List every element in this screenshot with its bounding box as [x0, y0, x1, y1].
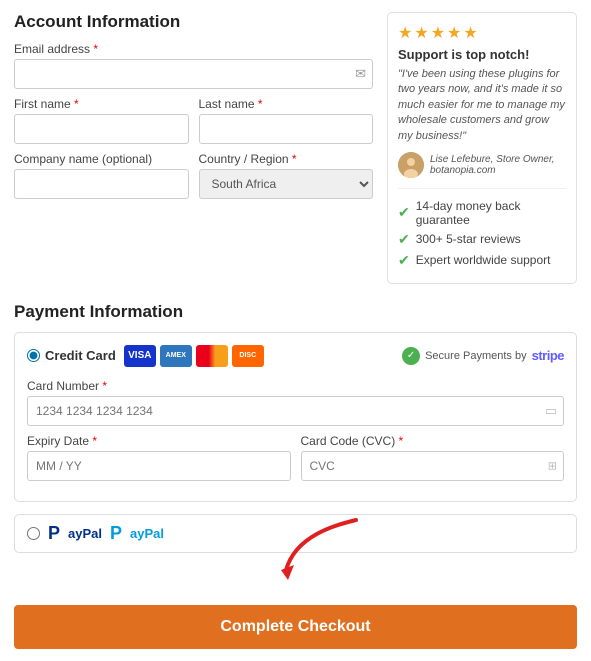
mastercard-icon — [196, 345, 228, 367]
cvc-wrapper: ⊞ — [301, 451, 565, 481]
name-row: First name * Last name * — [14, 97, 373, 152]
author-avatar — [398, 152, 424, 178]
secure-label: Secure Payments by — [425, 350, 527, 362]
email-input[interactable] — [14, 59, 373, 89]
email-wrapper: ✉ — [14, 59, 373, 89]
payment-methods-row: Credit Card VISA AMEX DISC ✓ Secure Paym… — [27, 345, 564, 367]
credit-card-radio[interactable] — [27, 349, 40, 362]
paypal-radio[interactable] — [27, 527, 40, 540]
account-title: Account Information — [14, 12, 373, 32]
country-label: Country / Region * — [199, 152, 374, 166]
testimonial-text: "I've been using these plugins for two y… — [398, 67, 566, 144]
benefit-3: ✔ Expert worldwide support — [398, 252, 566, 269]
discover-icon: DISC — [232, 345, 264, 367]
testimonial-author: Lise Lefebure, Store Owner, botanopia.co… — [398, 152, 566, 178]
cvc-group: Card Code (CVC) * ⊞ — [301, 434, 565, 481]
benefit-1: ✔ 14-day money back guarantee — [398, 199, 566, 227]
payment-title: Payment Information — [14, 302, 577, 322]
expiry-cvc-row: Expiry Date * Card Code (CVC) * ⊞ — [27, 434, 564, 489]
testimonial-title: Support is top notch! — [398, 47, 566, 62]
secure-stripe: ✓ Secure Payments by stripe — [402, 347, 564, 365]
expiry-group: Expiry Date * — [27, 434, 291, 481]
card-number-group: Card Number * ▭ — [27, 379, 564, 426]
paypal-p2: P — [110, 523, 122, 544]
check-icon-1: ✔ — [398, 204, 410, 221]
last-name-input[interactable] — [199, 114, 374, 144]
card-number-input[interactable] — [27, 396, 564, 426]
amex-icon: AMEX — [160, 345, 192, 367]
expiry-label: Expiry Date * — [27, 434, 291, 448]
cvc-input[interactable] — [301, 451, 565, 481]
first-name-label: First name * — [14, 97, 189, 111]
expiry-input[interactable] — [27, 451, 291, 481]
first-name-group: First name * — [14, 97, 189, 144]
company-group: Company name (optional) — [14, 152, 189, 199]
company-label: Company name (optional) — [14, 152, 189, 166]
divider — [398, 188, 566, 189]
credit-card-label: Credit Card — [45, 348, 116, 363]
first-name-input[interactable] — [14, 114, 189, 144]
card-number-label: Card Number * — [27, 379, 564, 393]
card-inline-icon: ▭ — [545, 403, 557, 419]
cvc-label: Card Code (CVC) * — [301, 434, 565, 448]
check-icon-2: ✔ — [398, 231, 410, 248]
email-group: Email address * ✉ — [14, 42, 373, 89]
account-info-section: Account Information Email address * ✉ Fi… — [14, 12, 373, 284]
country-select[interactable]: South Africa — [199, 169, 374, 199]
paypal-row: P ayPal P ayPal — [14, 514, 577, 553]
check-icon-3: ✔ — [398, 252, 410, 269]
benefit-2: ✔ 300+ 5-star reviews — [398, 231, 566, 248]
last-name-group: Last name * — [199, 97, 374, 144]
benefits-list: ✔ 14-day money back guarantee ✔ 300+ 5-s… — [398, 199, 566, 269]
paypal-label2: ayPal — [130, 526, 164, 541]
author-name: Lise Lefebure, Store Owner, botanopia.co… — [430, 154, 566, 176]
country-group: Country / Region * South Africa — [199, 152, 374, 199]
testimonial-box: ★★★★★ Support is top notch! "I've been u… — [387, 12, 577, 284]
credit-card-method: Credit Card VISA AMEX DISC — [27, 345, 264, 367]
company-input[interactable] — [14, 169, 189, 199]
checkout-button[interactable]: Complete Checkout — [14, 605, 577, 649]
credit-card-radio-label[interactable]: Credit Card — [27, 348, 116, 363]
shield-icon: ✓ — [402, 347, 420, 365]
paypal-section-wrapper: P ayPal P ayPal — [14, 514, 577, 553]
paypal-p1: P — [48, 523, 60, 544]
stripe-logo: stripe — [532, 348, 564, 363]
card-number-wrapper: ▭ — [27, 396, 564, 426]
card-icons: VISA AMEX DISC — [124, 345, 264, 367]
envelope-icon: ✉ — [355, 66, 366, 82]
testimonial-stars: ★★★★★ — [398, 23, 566, 43]
paypal-label: ayPal — [68, 526, 102, 541]
company-country-row: Company name (optional) Country / Region… — [14, 152, 373, 207]
cvc-icon: ⊞ — [548, 459, 557, 472]
payment-section: Credit Card VISA AMEX DISC ✓ Secure Paym… — [14, 332, 577, 502]
visa-icon: VISA — [124, 345, 156, 367]
email-label: Email address * — [14, 42, 373, 56]
last-name-label: Last name * — [199, 97, 374, 111]
